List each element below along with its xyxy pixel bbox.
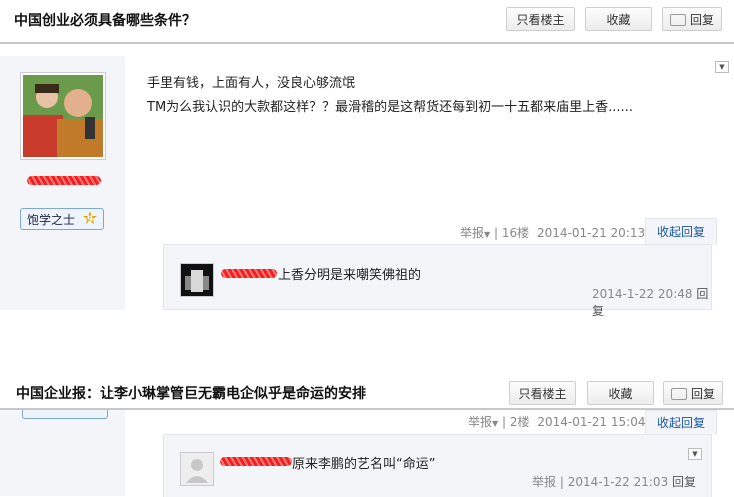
post-line-2: TM为么我认识的大款都这样？？最滑稽的是这帮货还每到初一十五都来庙里上香....…: [147, 100, 633, 115]
post-options-dropdown[interactable]: ▼: [715, 61, 729, 73]
reply-button[interactable]: 回复: [662, 7, 722, 31]
report-link[interactable]: 举报: [460, 226, 484, 240]
collapse-replies-button[interactable]: 收起回复: [645, 410, 717, 435]
post-date: 2014-01-21 15:04: [537, 415, 646, 429]
rank-level: 9: [86, 215, 94, 225]
floor-number: 2楼: [509, 415, 530, 429]
redacted-username: [220, 457, 292, 466]
redacted-username: [27, 176, 101, 185]
chevron-down-icon: ▼: [484, 230, 491, 239]
favorite-button[interactable]: 收藏: [585, 7, 652, 31]
thread-header: 中国创业必须具备哪些条件？ 只看楼主 收藏 回复: [0, 0, 734, 44]
star-badge-icon: ★ 9: [81, 208, 99, 229]
speech-bubble-icon: [669, 13, 686, 26]
sub-reply-text: 上香分明是来嘲笑佛祖的: [278, 268, 422, 283]
sub-reply-avatar[interactable]: [180, 263, 214, 297]
default-avatar-icon: [181, 453, 213, 485]
speech-bubble-icon: [670, 387, 687, 400]
rank-label: 饱学之士: [27, 213, 76, 227]
sub-reply-date: 2014-1-22 21:03: [567, 475, 669, 489]
reply-button-label: 回复: [689, 13, 714, 27]
thread-title: 中国企业报：让李小琳掌管巨无霸电企似乎是命运的安排: [16, 386, 366, 402]
op-only-button[interactable]: 只看楼主: [509, 381, 576, 405]
sub-reply-options-dropdown[interactable]: ▼: [688, 448, 702, 460]
rank-badge[interactable]: 饱学之士 ★ 9: [20, 208, 104, 230]
chevron-down-icon: ▼: [492, 419, 499, 428]
favorite-button[interactable]: 收藏: [587, 381, 654, 405]
sub-reply-box: 上香分明是来嘲笑佛祖的 2014-1-22 20:48 回复: [163, 244, 712, 318]
thread-title: 中国创业必须具备哪些条件？: [14, 13, 196, 29]
thread-header: 中国企业报：让李小琳掌管巨无霸电企似乎是命运的安排 只看楼主 收藏 回复: [0, 372, 734, 410]
post-line-1: 手里有钱，上面有人，没良心够流氓: [147, 76, 356, 91]
sub-reply-date: 2014-1-22 20:48: [592, 287, 693, 301]
thread-panel-top: 中国创业必须具备哪些条件？ 只看楼主 收藏 回复 饱学之士 ★ 9 ▼ 手里有钱，…: [0, 0, 734, 318]
report-link[interactable]: 举报: [468, 415, 492, 429]
sub-reply-meta: 2014-1-22 20:48 回复: [592, 285, 711, 319]
reply-button-label: 回复: [690, 387, 715, 401]
thread-panel-bottom: 中国企业报：让李小琳掌管巨无霸电企似乎是命运的安排 只看楼主 收藏 回复 举报▼…: [0, 372, 734, 497]
sub-reply-box: 原来李鹏的艺名叫“命运” ▼ 举报 | 2014-1-22 21:03 回复: [163, 434, 712, 497]
floor-number: 16楼: [501, 226, 530, 240]
avatar-image: [23, 75, 103, 157]
sub-reply-text: 原来李鹏的艺名叫“命运”: [292, 457, 436, 472]
post-meta: 举报▼ | 16楼 2014-01-21 20:13: [460, 226, 646, 240]
reply-button[interactable]: 回复: [663, 381, 723, 405]
sub-reply-report-link[interactable]: 举报: [532, 475, 556, 489]
post-content: 手里有钱，上面有人，没良心够流氓 TM为么我认识的大款都这样？？最滑稽的是这帮货…: [147, 72, 633, 120]
sub-reply-avatar[interactable]: [180, 452, 214, 486]
post-meta: 举报▼ | 2楼 2014-01-21 15:04: [468, 415, 646, 429]
sub-reply-avatar-image: [181, 264, 213, 296]
redacted-username: [221, 269, 277, 278]
sub-reply-meta: 举报 | 2014-1-22 21:03 回复: [532, 475, 697, 489]
rank-badge-partial: [22, 410, 108, 419]
author-column: [0, 410, 125, 496]
post-date: 2014-01-21 20:13: [536, 226, 646, 240]
avatar[interactable]: [20, 72, 106, 160]
op-only-button[interactable]: 只看楼主: [506, 7, 575, 31]
sub-reply-reply-link[interactable]: 回复: [672, 475, 696, 489]
collapse-replies-button[interactable]: 收起回复: [645, 218, 717, 245]
